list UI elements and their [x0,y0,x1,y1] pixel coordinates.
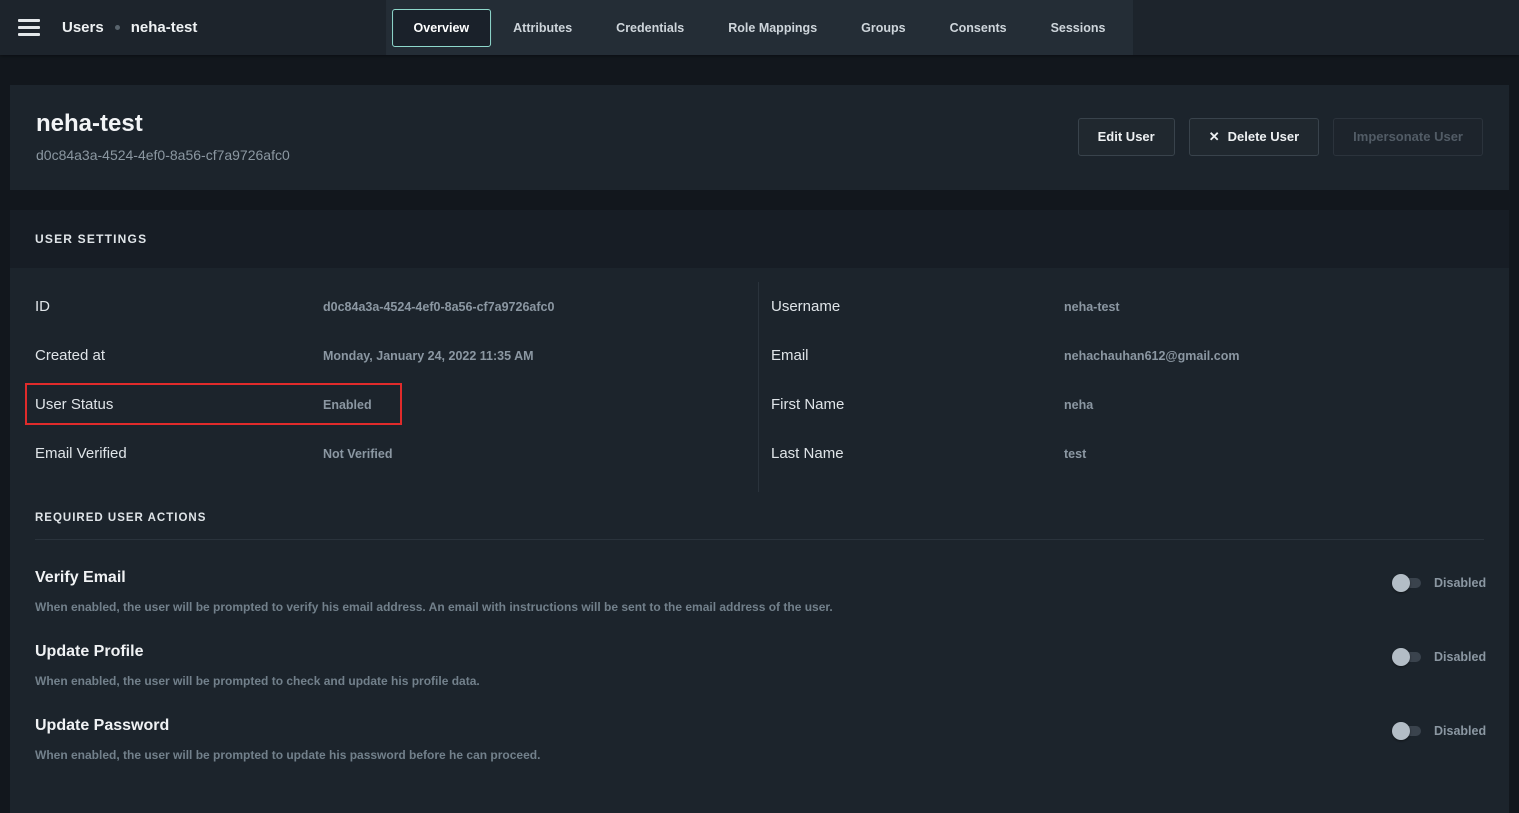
settings-row-username: Username neha-test [771,282,1509,331]
user-header-card: neha-test d0c84a3a-4524-4ef0-8a56-cf7a97… [10,85,1509,190]
toggle-knob-icon [1392,574,1410,592]
action-item-update-password: Update Password When enabled, the user w… [35,688,1487,762]
first-name-value: neha [1064,397,1094,412]
last-name-value: test [1064,446,1087,461]
toggle-knob-icon [1392,648,1410,666]
update-password-toggle[interactable] [1392,722,1421,740]
email-verified-value: Not Verified [323,446,393,461]
id-label: ID [35,298,50,315]
verify-email-state: Disabled [1434,576,1487,590]
action-item-update-profile: Update Profile When enabled, the user wi… [35,614,1487,688]
action-text: Update Profile When enabled, the user wi… [35,643,480,688]
settings-row-last-name: Last Name test [771,429,1509,478]
breadcrumb-current: neha-test [130,19,198,36]
last-name-label: Last Name [771,445,844,462]
edit-user-label: Edit User [1097,129,1155,144]
update-profile-control: Disabled [1365,648,1487,666]
verify-email-toggle[interactable] [1392,574,1421,592]
close-icon: ✕ [1208,128,1220,144]
action-text: Verify Email When enabled, the user will… [35,569,833,614]
tab-sessions[interactable]: Sessions [1029,9,1128,47]
breadcrumb-users[interactable]: Users [62,19,104,36]
settings-row-email-verified: Email Verified Not Verified [35,429,758,478]
created-at-value: Monday, January 24, 2022 11:35 AM [323,348,534,363]
settings-column-left: ID d0c84a3a-4524-4ef0-8a56-cf7a9726afc0 … [10,282,758,492]
top-bar: Users neha-test Overview Attributes Cred… [0,0,1519,55]
toggle-knob-icon [1392,722,1410,740]
delete-user-button[interactable]: ✕ Delete User [1188,117,1320,156]
tab-role-mappings[interactable]: Role Mappings [706,9,839,47]
breadcrumb: Users neha-test [62,19,197,36]
delete-user-label: Delete User [1227,129,1300,144]
created-at-label: Created at [35,347,106,364]
user-settings-grid: ID d0c84a3a-4524-4ef0-8a56-cf7a9726afc0 … [10,268,1509,492]
tab-attributes[interactable]: Attributes [491,9,594,47]
tab-credentials[interactable]: Credentials [594,9,706,47]
header-actions: Edit User ✕ Delete User Impersonate User [1077,117,1483,156]
update-password-control: Disabled [1365,722,1487,740]
update-password-description: When enabled, the user will be prompted … [35,748,541,762]
required-actions-heading: REQUIRED USER ACTIONS [35,512,207,524]
verify-email-title: Verify Email [35,569,126,586]
user-settings-card: USER SETTINGS ID d0c84a3a-4524-4ef0-8a56… [10,210,1509,813]
username-label: Username [771,298,841,315]
breadcrumb-separator-icon [114,25,120,30]
email-label: Email [771,347,809,364]
email-verified-label: Email Verified [35,445,127,462]
settings-row-user-status: User Status Enabled [25,380,758,429]
settings-row-email: Email nehachauhan612@gmail.com [771,331,1509,380]
action-item-verify-email: Verify Email When enabled, the user will… [35,540,1487,614]
settings-row-created-at: Created at Monday, January 24, 2022 11:3… [35,331,758,380]
user-identity: neha-test d0c84a3a-4524-4ef0-8a56-cf7a97… [36,110,290,163]
tab-strip: Overview Attributes Credentials Role Map… [385,0,1134,55]
required-actions-section: REQUIRED USER ACTIONS Verify Email When … [10,492,1509,762]
action-text: Update Password When enabled, the user w… [35,717,540,762]
settings-column-right: Username neha-test Email nehachauhan612@… [758,282,1509,492]
settings-row-first-name: First Name neha [771,380,1509,429]
settings-row-id: ID d0c84a3a-4524-4ef0-8a56-cf7a9726afc0 [35,282,758,331]
edit-user-button[interactable]: Edit User [1077,117,1175,156]
impersonate-user-button: Impersonate User [1333,117,1483,156]
email-value: nehachauhan612@gmail.com [1064,348,1240,363]
menu-icon[interactable] [18,19,40,36]
update-password-title: Update Password [35,717,170,734]
page-title: neha-test [36,110,143,137]
username-value: neha-test [1064,299,1120,314]
user-settings-header: USER SETTINGS [10,210,1509,268]
tab-overview[interactable]: Overview [391,8,492,47]
first-name-label: First Name [771,396,845,413]
tab-groups[interactable]: Groups [839,9,927,47]
verify-email-description: When enabled, the user will be prompted … [35,600,833,614]
tab-consents[interactable]: Consents [928,9,1029,47]
update-profile-title: Update Profile [35,643,144,660]
update-profile-toggle[interactable] [1392,648,1421,666]
user-id-subtitle: d0c84a3a-4524-4ef0-8a56-cf7a9726afc0 [36,147,290,163]
update-profile-state: Disabled [1434,650,1487,664]
id-value: d0c84a3a-4524-4ef0-8a56-cf7a9726afc0 [323,299,555,314]
update-profile-description: When enabled, the user will be prompted … [35,674,480,688]
verify-email-control: Disabled [1365,574,1487,592]
impersonate-user-label: Impersonate User [1353,129,1463,144]
user-status-value: Enabled [323,397,372,412]
user-status-label: User Status [35,396,114,413]
update-password-state: Disabled [1434,724,1487,738]
